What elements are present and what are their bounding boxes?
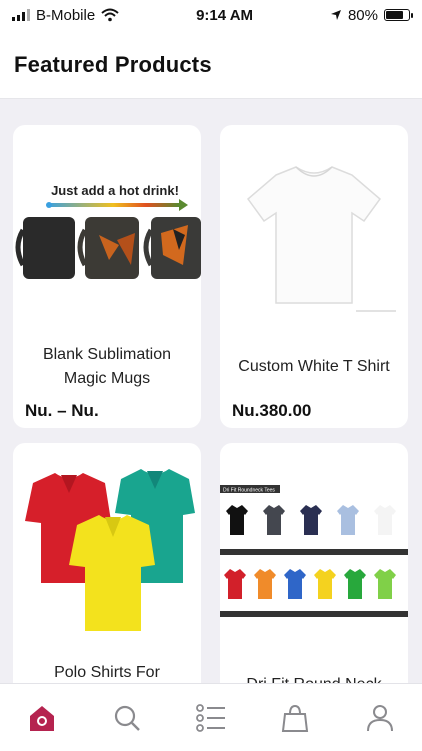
product-card-polo-shirts[interactable]: Polo Shirts For <box>13 443 201 683</box>
tee-thumbnail <box>263 505 285 535</box>
home-icon <box>30 705 55 731</box>
wifi-icon <box>101 8 119 22</box>
battery-icon <box>384 9 413 21</box>
status-bar: B-Mobile 9:14 AM 80% <box>0 0 422 30</box>
status-left: B-Mobile <box>12 7 119 24</box>
location-arrow-icon <box>330 10 341 20</box>
dri-fit-image-caption: Dri Fit Roundneck Tees <box>223 488 275 494</box>
product-image-polo-shirts <box>13 443 201 643</box>
tab-account[interactable] <box>355 693 405 743</box>
page-title: Featured Products <box>14 52 212 77</box>
product-title: Polo Shirts For <box>54 664 160 681</box>
product-price: Nu.380.00 <box>232 401 312 420</box>
tee-thumbnail <box>374 569 396 599</box>
bottom-tab-bar <box>0 683 422 751</box>
carrier-label: B-Mobile <box>36 6 96 24</box>
tee-thumbnail <box>226 505 248 535</box>
product-title: Blank Sublimation Magic Mugs <box>42 346 172 387</box>
tee-thumbnail <box>284 569 306 599</box>
product-title: Dri Fit Round Neck <box>228 673 400 683</box>
battery-percent: 80% <box>347 6 378 24</box>
mug-image-caption: Just add a hot drink! <box>51 183 179 198</box>
tab-categories[interactable] <box>186 693 236 743</box>
search-icon <box>114 705 140 731</box>
clock: 9:14 AM <box>196 6 254 24</box>
tee-thumbnail <box>224 569 246 599</box>
tab-search[interactable] <box>102 693 152 743</box>
page-header: Featured Products <box>0 30 422 98</box>
tee-thumbnail <box>374 505 396 535</box>
signal-icon <box>12 9 30 21</box>
tee-thumbnail <box>337 505 359 535</box>
list-icon <box>196 703 225 732</box>
product-card-dri-fit[interactable]: Dri Fit Roundneck Tees Dri Fit Round Nec… <box>220 443 408 683</box>
tab-cart[interactable] <box>270 693 320 743</box>
product-title: Custom White T Shirt <box>238 358 390 375</box>
user-icon <box>366 704 393 731</box>
tee-thumbnail <box>314 569 336 599</box>
tee-thumbnail <box>254 569 276 599</box>
product-image-white-tshirt <box>220 125 408 325</box>
product-image-dri-fit: Dri Fit Roundneck Tees <box>220 443 408 643</box>
product-image-mugs: Just add a hot drink! <box>13 125 201 325</box>
tee-thumbnail <box>300 505 322 535</box>
tab-home[interactable] <box>17 693 67 743</box>
status-right: 80% <box>330 6 413 24</box>
product-card-mugs[interactable]: Just add a hot drink! Blank Sublimation … <box>13 125 201 428</box>
tee-thumbnail <box>344 569 366 599</box>
product-price: Nu. – Nu. <box>25 401 99 420</box>
product-grid: Just add a hot drink! Blank Sublimation … <box>0 98 422 683</box>
shopping-bag-icon <box>282 704 309 732</box>
product-card-white-tshirt[interactable]: Custom White T Shirt Nu.380.00 <box>220 125 408 428</box>
